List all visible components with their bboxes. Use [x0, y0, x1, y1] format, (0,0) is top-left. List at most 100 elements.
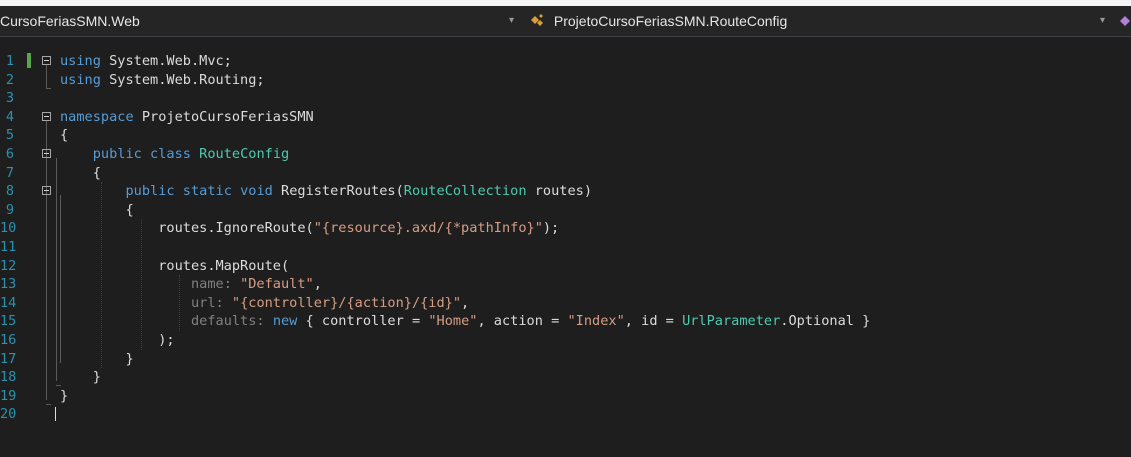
code-token: void [240, 183, 273, 200]
code-line: 6 public class RouteConfig [0, 145, 1131, 163]
code-token: ); [542, 220, 560, 237]
code-text: } [60, 368, 101, 386]
line-number: 10 [0, 220, 17, 237]
code-line: 9 { [0, 201, 1131, 219]
code-token: class [150, 146, 191, 162]
code-text: } [60, 387, 68, 405]
code-text: } [60, 350, 133, 368]
line-number: 6 [5, 146, 14, 162]
code-token: namespace [60, 108, 134, 125]
code-token: defaults: [190, 313, 265, 330]
code-text: namespace ProjetoCursoFeriasSMN [60, 108, 314, 126]
project-dropdown[interactable]: CursoFeriasSMN.Web [0, 6, 520, 36]
code-token: "Home" [428, 313, 478, 330]
line-number: 9 [5, 201, 14, 218]
code-token: using [60, 53, 101, 69]
code-token: , [313, 276, 322, 293]
class-dropdown[interactable]: ProjetoCursoFeriasSMN.RouteConfig [530, 6, 1090, 36]
code-token: routes.IgnoreRoute( [60, 220, 314, 237]
outline-guide [46, 120, 47, 400]
code-token: } [60, 369, 101, 386]
class-dropdown-chevron-icon[interactable]: ▾ [1100, 6, 1105, 36]
code-token: using [60, 71, 101, 88]
code-editor[interactable]: 1 using System.Web.Mvc; 2 using System.Web.… [0, 37, 1131, 457]
outline-guide [60, 195, 61, 363]
outline-guide-end [46, 403, 51, 405]
line-number: 4 [5, 108, 14, 125]
code-line: 20 [0, 405, 1131, 423]
code-token: public [92, 146, 142, 162]
code-text: { [60, 126, 68, 144]
line-number: 12 [0, 257, 17, 274]
code-line: 5{ [0, 126, 1131, 144]
code-line: 15 defaults: new { controller = "Home", … [0, 312, 1131, 330]
class-path: ProjetoCursoFeriasSMN.RouteConfig [553, 13, 788, 29]
indent-guide [101, 182, 102, 369]
code-line: 3 [0, 89, 1131, 107]
code-token: } [60, 387, 69, 404]
code-line: 8 public static void RegisterRoutes(Rout… [0, 182, 1131, 200]
code-token: System.Web.Routing; [100, 71, 265, 88]
line-number: 20 [0, 406, 17, 423]
code-token: , id = [624, 313, 683, 330]
line-number: 15 [0, 313, 17, 330]
collapse-usings-icon[interactable] [42, 56, 51, 65]
code-token: System.Web.Mvc; [100, 53, 232, 69]
collapse-namespace-icon[interactable] [42, 111, 51, 121]
code-text: using System.Web.Routing; [60, 71, 265, 89]
line-number: 7 [5, 164, 14, 181]
code-token: { [60, 127, 69, 144]
code-token: , [461, 294, 470, 311]
code-token: RouteConfig [199, 146, 290, 162]
code-line: 12 routes.MapRoute( [0, 257, 1131, 275]
code-line: 4 namespace ProjetoCursoFeriasSMN [0, 108, 1131, 126]
code-text: public class RouteConfig [60, 145, 289, 163]
line-number: 16 [0, 332, 17, 348]
line-number: 14 [0, 294, 17, 311]
project-dropdown-chevron-icon[interactable]: ▾ [509, 6, 514, 36]
code-token: , action = [477, 313, 568, 330]
line-number: 19 [0, 387, 17, 404]
outline-guide-end [46, 87, 51, 89]
collapse-method-icon[interactable] [42, 186, 51, 196]
code-line: 11 [0, 238, 1131, 256]
code-token: .Optional } [780, 313, 871, 330]
code-token: { controller = [297, 313, 429, 330]
code-line: 7 { [0, 164, 1131, 182]
code-token: "{resource}.axd/{*pathInfo}" [313, 220, 543, 237]
code-text: using System.Web.Mvc; [60, 52, 232, 70]
code-token: public [125, 183, 175, 200]
code-token: static [182, 183, 232, 200]
line-number: 13 [0, 276, 17, 293]
line-number: 1 [5, 53, 14, 69]
changed-line-marker [27, 53, 31, 68]
code-text: { [60, 164, 101, 182]
outline-guide-end [56, 385, 61, 387]
code-token: "{controller}/{action}/{id}" [231, 294, 462, 311]
line-number: 17 [0, 350, 17, 367]
code-token: ); [60, 332, 175, 348]
code-text: ); [60, 331, 175, 349]
code-token: routes.MapRoute( [60, 257, 290, 274]
code-line: 17 } [0, 350, 1131, 368]
member-icon[interactable] [1118, 14, 1130, 28]
code-line: 14 url: "{controller}/{action}/{id}", [0, 294, 1131, 312]
code-token: new [272, 313, 298, 330]
line-number: 11 [0, 239, 17, 255]
code-token: url: [190, 294, 224, 311]
code-line: 10 routes.IgnoreRoute("{resource}.axd/{*… [0, 219, 1131, 237]
line-number: 8 [5, 183, 14, 200]
indent-guide [141, 219, 142, 350]
line-number: 18 [0, 369, 17, 386]
collapse-class-icon[interactable] [42, 149, 51, 158]
